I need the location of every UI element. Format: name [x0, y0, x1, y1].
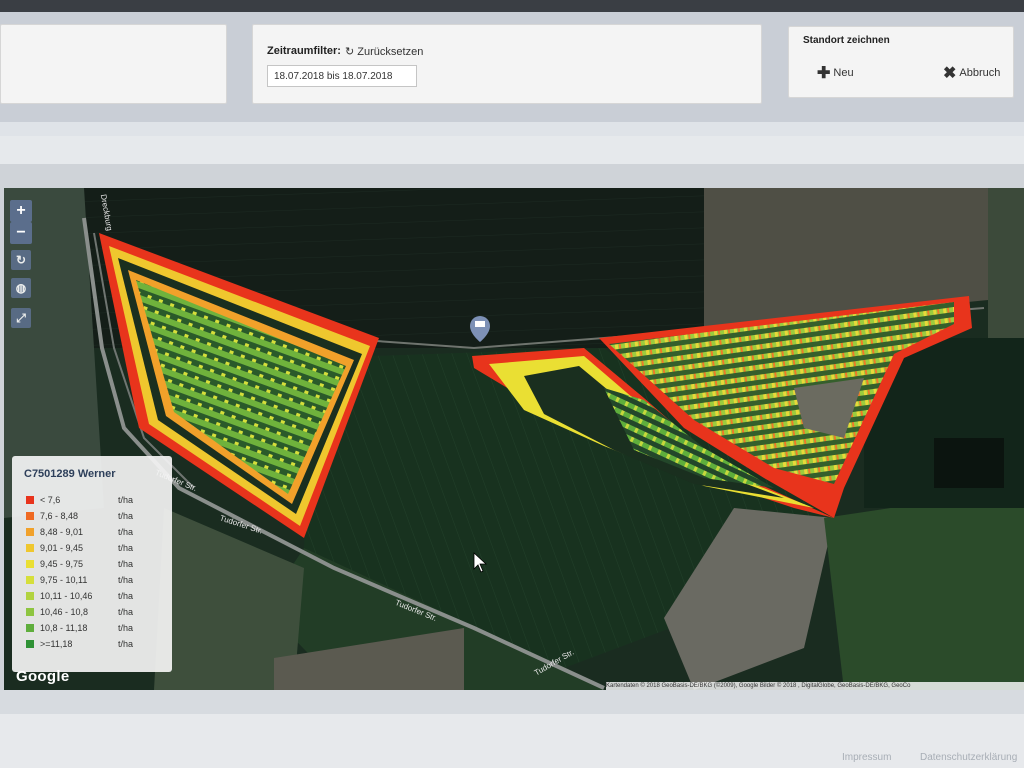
legend-range: >=11,18: [40, 639, 73, 649]
map-view[interactable]: + − ↻ ◍ ⤢ Dreckburg Tudorfer Str. Tudorf…: [4, 188, 1024, 690]
footer: Impressum Datenschutzerklärung: [0, 714, 1024, 768]
fullscreen-icon[interactable]: ⤢: [11, 308, 31, 328]
legend-rows: < 7,6 t/ha 7,6 - 8,48 t/ha 8,48 - 9,01 t/ha 9,…: [26, 492, 148, 652]
globe-icon[interactable]: ◍: [11, 278, 31, 298]
legend-range: 8,48 - 9,01: [40, 527, 84, 537]
plus-icon: ✚: [817, 65, 831, 82]
legend-swatch: [26, 624, 34, 632]
legend-unit: t/ha: [118, 543, 134, 553]
filter-label: Zeitraumfilter:: [267, 45, 341, 57]
legend-range: 7,6 - 8,48: [40, 511, 79, 521]
legend-row: 9,45 - 9,75 t/ha: [26, 556, 148, 572]
legend-row: 10,8 - 11,18 t/ha: [26, 620, 148, 636]
bottom-strip: [0, 690, 1024, 714]
legend-row: 9,01 - 9,45 t/ha: [26, 540, 148, 556]
legend-unit: t/ha: [118, 527, 134, 537]
cancel-label: Abbruch: [959, 67, 1001, 79]
legend-swatch: [26, 544, 34, 552]
legend-range: 9,01 - 9,45: [40, 543, 84, 553]
map-attribution: Kartendaten © 2018 GeoBasis-DE/BKG (©200…: [606, 682, 1024, 690]
new-button[interactable]: ✚ Neu: [817, 63, 854, 83]
reset-label: Zurücksetzen: [357, 46, 424, 58]
legend-unit: t/ha: [118, 511, 134, 521]
legend-swatch: [26, 496, 34, 504]
legend-unit: t/ha: [118, 639, 134, 649]
legend-unit: t/ha: [118, 623, 134, 633]
legend-row: 7,6 - 8,48 t/ha: [26, 508, 148, 524]
reset-link[interactable]: ↻ Zurücksetzen: [345, 45, 423, 58]
legend-range: 10,8 - 11,18: [40, 623, 88, 633]
yield-legend: C7501289 Werner < 7,6 t/ha 7,6 - 8,48 t/ha 8…: [12, 456, 172, 672]
legend-row: < 7,6 t/ha: [26, 492, 148, 508]
legend-row: 10,46 - 10,8 t/ha: [26, 604, 148, 620]
new-label: Neu: [833, 67, 854, 79]
divider-band: [0, 122, 1024, 136]
date-range-input[interactable]: 18.07.2018 bis 18.07.2018: [267, 65, 417, 87]
legend-swatch: [26, 576, 34, 584]
legend-unit: t/ha: [118, 607, 134, 617]
impressum-link[interactable]: Impressum: [842, 752, 891, 763]
legend-swatch: [26, 512, 34, 520]
toolbar-band: [0, 136, 1024, 164]
close-icon: ✖: [943, 65, 957, 82]
legend-row: 8,48 - 9,01 t/ha: [26, 524, 148, 540]
legend-unit: t/ha: [118, 559, 134, 569]
zoom-out-button[interactable]: −: [10, 222, 32, 244]
legend-swatch: [26, 528, 34, 536]
legend-row: 10,11 - 10,46 t/ha: [26, 588, 148, 604]
legend-row: 9,75 - 10,11 t/ha: [26, 572, 148, 588]
legend-unit: t/ha: [118, 575, 134, 585]
legend-title: C7501289 Werner: [24, 468, 116, 480]
datenschutz-link[interactable]: Datenschutzerklärung: [920, 752, 1017, 763]
standort-title: Standort zeichnen: [803, 35, 890, 46]
cancel-button[interactable]: ✖ Abbruch: [943, 63, 1000, 83]
legend-swatch: [26, 640, 34, 648]
legend-swatch: [26, 608, 34, 616]
legend-swatch: [26, 560, 34, 568]
window-top-bar: [0, 0, 1024, 12]
zoom-in-button[interactable]: +: [10, 200, 32, 222]
refresh-icon[interactable]: ↻: [11, 250, 31, 270]
legend-row: >=11,18 t/ha: [26, 636, 148, 652]
legend-unit: t/ha: [118, 495, 134, 505]
legend-range: 9,45 - 9,75: [40, 559, 84, 569]
date-filter-panel: Zeitraumfilter: ↻ Zurücksetzen 18.07.201…: [252, 24, 762, 104]
legend-range: 10,11 - 10,46: [40, 591, 93, 601]
reset-icon: ↻: [345, 46, 355, 58]
legend-range: 10,46 - 10,8: [40, 607, 89, 617]
left-panel: [0, 24, 227, 104]
legend-unit: t/ha: [118, 591, 134, 601]
standort-panel: Standort zeichnen ✚ Neu ✖ Abbruch: [788, 26, 1014, 98]
legend-range: 9,75 - 10,11: [40, 575, 88, 585]
legend-swatch: [26, 592, 34, 600]
legend-range: < 7,6: [40, 495, 61, 505]
google-logo: Google: [16, 668, 70, 685]
